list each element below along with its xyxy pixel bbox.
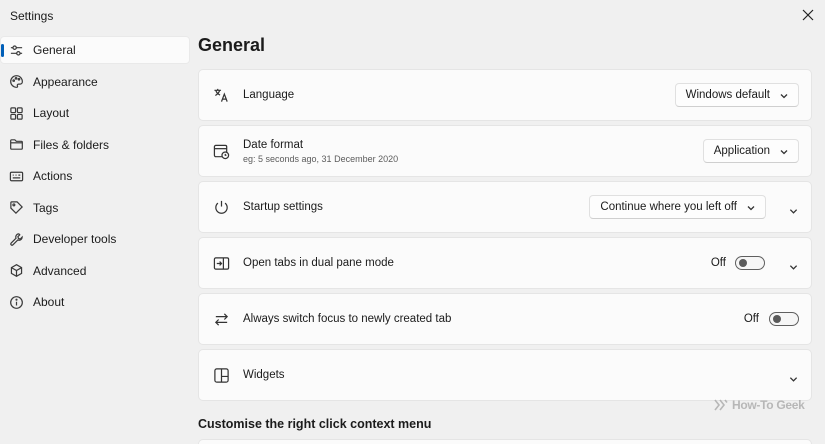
language-label: Language	[243, 89, 295, 101]
watermark-logo-icon	[714, 399, 728, 411]
settings-content: General Language Windows default Date fo…	[198, 32, 812, 444]
expand-chevron-icon[interactable]	[789, 371, 799, 382]
page-title: General	[198, 35, 266, 55]
sidebar-item-label: Developer tools	[33, 232, 117, 246]
switch-focus-state: Off	[743, 313, 759, 325]
sidebar-item-layout[interactable]: Layout	[0, 99, 190, 127]
sidebar-item-appearance[interactable]: Appearance	[0, 68, 190, 96]
palette-icon	[8, 74, 24, 90]
tag-icon	[8, 200, 24, 216]
sidebar-item-label: Actions	[33, 169, 73, 183]
startup-settings-card[interactable]: Startup settings Continue where you left…	[198, 181, 812, 233]
title-bar: Settings	[0, 0, 825, 32]
close-button[interactable]	[797, 4, 819, 26]
expand-chevron-icon[interactable]	[789, 203, 799, 214]
watermark: How-To Geek	[713, 398, 805, 412]
startup-settings-label: Startup settings	[243, 201, 323, 213]
sidebar-item-advanced[interactable]: Advanced	[0, 257, 190, 285]
date-format-card: Date format eg: 5 seconds ago, 31 Decemb…	[198, 125, 812, 177]
language-dropdown[interactable]: Windows default	[674, 83, 799, 107]
date-format-dropdown-value: Application	[713, 145, 770, 157]
sidebar-item-label: General	[33, 43, 76, 57]
window-title: Settings	[10, 9, 54, 23]
settings-window: Settings General Appearance Layout Files…	[0, 0, 825, 444]
startup-dropdown[interactable]: Continue where you left off	[589, 195, 766, 219]
language-card: Language Windows default	[198, 69, 812, 121]
chevron-down-icon	[780, 91, 788, 99]
dual-pane-icon	[213, 255, 231, 273]
sidebar-item-label: Files & folders	[33, 137, 110, 152]
calendar-clock-icon	[213, 143, 231, 161]
sidebar-item-developer-tools[interactable]: Developer tools	[0, 225, 190, 253]
sidebar-item-general[interactable]: General	[0, 36, 190, 64]
context-menu-section-title: Customise the right click context menu	[198, 417, 432, 431]
dual-pane-card[interactable]: Open tabs in dual pane mode Off	[198, 237, 812, 289]
date-format-dropdown[interactable]: Application	[702, 139, 799, 163]
sidebar: General Appearance Layout Files & folder…	[0, 36, 194, 320]
language-dropdown-value: Windows default	[685, 89, 770, 101]
dual-pane-label: Open tabs in dual pane mode	[243, 257, 394, 269]
sidebar-item-tags[interactable]: Tags	[0, 194, 190, 222]
sidebar-item-label: Layout	[33, 106, 70, 120]
language-icon	[213, 87, 231, 105]
chevron-down-icon	[780, 147, 788, 155]
dual-pane-toggle[interactable]	[735, 256, 765, 270]
date-format-example: eg: 5 seconds ago, 31 December 2020	[243, 154, 399, 164]
chevron-down-icon	[747, 203, 755, 211]
cube-icon	[8, 263, 24, 279]
sidebar-item-files-folders[interactable]: Files & folders	[0, 131, 190, 159]
startup-dropdown-value: Continue where you left off	[600, 201, 737, 213]
grid-icon	[8, 105, 24, 121]
keyboard-icon	[8, 168, 24, 184]
dual-pane-state: Off	[710, 257, 726, 269]
switch-focus-label: Always switch focus to newly created tab	[243, 313, 452, 325]
switch-focus-card: Always switch focus to newly created tab…	[198, 293, 812, 345]
sidebar-item-label: Advanced	[33, 263, 87, 278]
sidebar-item-label: Appearance	[33, 74, 98, 89]
wrench-icon	[8, 231, 24, 247]
date-format-label: Date format	[243, 139, 304, 151]
widgets-label: Widgets	[243, 369, 285, 381]
sidebar-item-label: About	[33, 295, 65, 309]
context-menu-card[interactable]	[198, 439, 812, 444]
close-icon	[802, 9, 814, 21]
switch-focus-toggle[interactable]	[769, 312, 799, 326]
power-icon	[213, 199, 231, 217]
watermark-text: How-To Geek	[732, 398, 805, 412]
info-icon	[8, 294, 24, 310]
sidebar-item-actions[interactable]: Actions	[0, 162, 190, 190]
widgets-card[interactable]: Widgets	[198, 349, 812, 401]
widgets-icon	[213, 367, 231, 385]
expand-chevron-icon[interactable]	[789, 259, 799, 270]
sliders-icon	[8, 42, 24, 58]
sidebar-item-about[interactable]: About	[0, 288, 190, 316]
sidebar-item-label: Tags	[33, 200, 59, 215]
swap-arrows-icon	[213, 311, 231, 329]
folder-icon	[8, 137, 24, 153]
